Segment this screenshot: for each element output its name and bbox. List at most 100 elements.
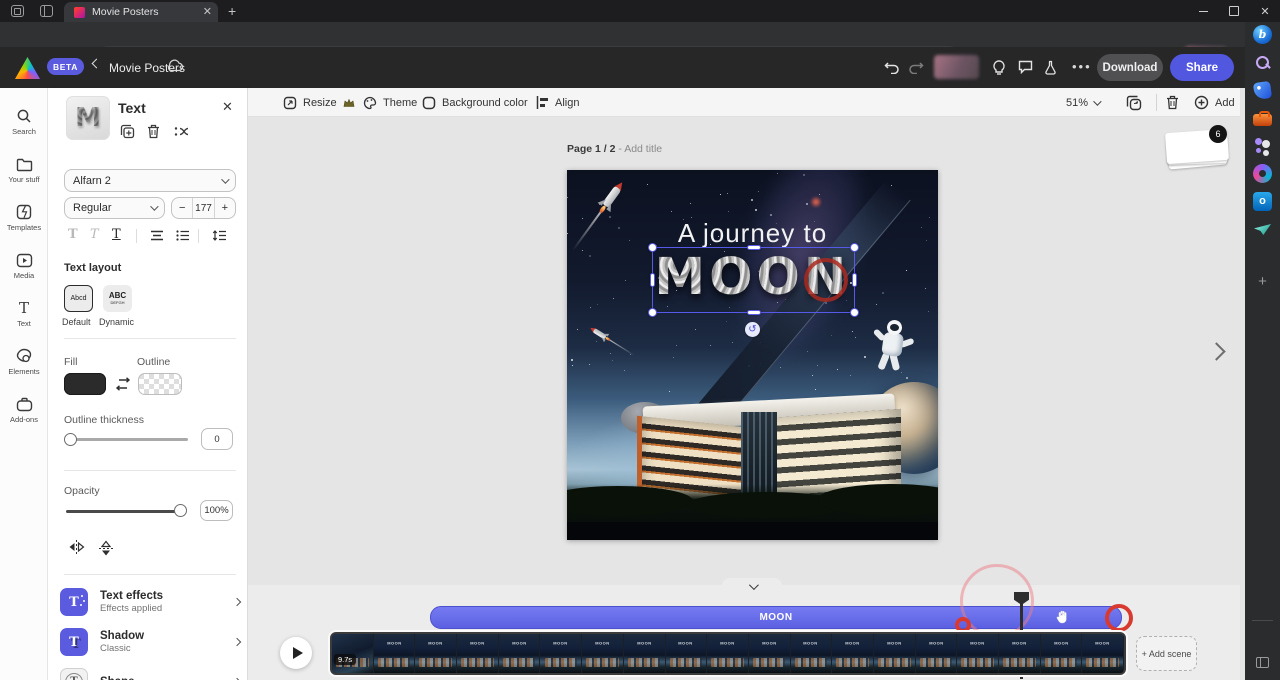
flip-vertical-icon[interactable] [99, 540, 113, 557]
filmstrip-frame[interactable]: MOON [1082, 634, 1124, 673]
sidebar-item-elements[interactable]: Elements [0, 340, 48, 384]
selection-handle[interactable] [648, 243, 657, 252]
size-decrease-button[interactable]: − [172, 198, 192, 218]
delete-icon[interactable] [147, 124, 160, 139]
opacity-value[interactable]: 100% [200, 500, 233, 521]
sidebar-outlook-icon[interactable]: o [1253, 192, 1272, 211]
filmstrip-frame[interactable]: MOON [791, 634, 833, 673]
fill-swatch[interactable] [64, 373, 106, 395]
sidebar-item-add-ons[interactable]: Add-ons [0, 388, 48, 432]
workspaces-icon[interactable] [11, 5, 24, 17]
pages-stack[interactable]: 6 [1165, 129, 1233, 179]
filmstrip-frame[interactable]: MOON [957, 634, 999, 673]
filmstrip-frame[interactable]: MOON [1041, 634, 1083, 673]
opacity-knob[interactable] [174, 504, 187, 517]
filmstrip[interactable]: MOONMOONMOONMOONMOONMOONMOONMOONMOONMOON… [330, 632, 1126, 675]
browser-tab[interactable]: Movie Posters ✕ [64, 2, 218, 22]
redo-icon[interactable] [908, 60, 924, 74]
background-color-button[interactable]: Background color [422, 88, 528, 117]
layout-default-button[interactable]: Abcd [64, 285, 93, 312]
flip-horizontal-icon[interactable] [68, 540, 85, 554]
list-icon[interactable] [176, 230, 190, 241]
sidebar-designer-icon[interactable] [1253, 164, 1272, 183]
selection-handle[interactable] [747, 310, 761, 315]
poster[interactable]: A journey to MOON ↺ [567, 170, 938, 540]
play-button[interactable] [280, 637, 312, 669]
font-select[interactable]: Alfarn 2 [64, 169, 236, 192]
filmstrip-frame[interactable]: MOON [540, 634, 582, 673]
effect-row-text-effects[interactable]: Text effects Effects applied [60, 582, 244, 622]
window-minimize-button[interactable] [1188, 0, 1218, 22]
header-more-icon[interactable]: ••• [1072, 66, 1090, 70]
duplicate-icon[interactable] [120, 124, 135, 139]
duplicate-page-button[interactable] [1126, 88, 1142, 117]
filmstrip-frame[interactable]: MOON [666, 634, 708, 673]
undo-icon[interactable] [884, 60, 900, 74]
filmstrip-frame[interactable]: MOON [749, 634, 791, 673]
timeline-collapse-tab[interactable] [722, 578, 782, 595]
align-center-icon[interactable] [150, 230, 164, 241]
opacity-track[interactable] [66, 510, 182, 513]
effect-row-shape[interactable]: Shape [60, 662, 244, 680]
selection-handle[interactable] [747, 245, 761, 250]
sidebar-window-icon[interactable] [1256, 657, 1269, 668]
italic-icon[interactable]: T [90, 227, 99, 242]
filmstrip-frame[interactable]: MOON [499, 634, 541, 673]
rotate-handle[interactable]: ↺ [745, 322, 760, 337]
sidebar-search-icon[interactable] [1253, 53, 1272, 72]
outline-thickness-value[interactable]: 0 [201, 428, 233, 450]
beaker-icon[interactable] [1044, 60, 1057, 75]
shuffle-icon[interactable] [174, 124, 189, 139]
page-title-hint[interactable]: - Add title [618, 143, 662, 155]
window-close-button[interactable]: ✕ [1250, 0, 1280, 22]
comment-icon[interactable] [1018, 60, 1033, 74]
filmstrip-frame[interactable]: MOON [374, 634, 416, 673]
vertical-tabs-icon[interactable] [40, 5, 53, 17]
outline-swatch[interactable] [138, 373, 182, 395]
resize-button[interactable]: Resize [283, 88, 355, 117]
page-indicator[interactable]: Page 1 / 2 - Add title [567, 143, 662, 155]
outline-thickness-knob[interactable] [64, 433, 77, 446]
sidebar-item-your-stuff[interactable]: Your stuff [0, 148, 48, 192]
sidebar-item-media[interactable]: Media [0, 244, 48, 288]
filmstrip-frame[interactable]: MOON [415, 634, 457, 673]
filmstrip-frame[interactable]: MOON [832, 634, 874, 673]
share-button[interactable]: Share [1170, 54, 1234, 81]
header-back-chevron[interactable] [92, 59, 102, 69]
font-size-value[interactable]: 177 [192, 198, 214, 218]
selection-handle[interactable] [850, 308, 859, 317]
align-button[interactable]: Align [536, 88, 579, 117]
zoom-control[interactable]: 51% [1066, 88, 1099, 117]
sidebar-people-icon[interactable] [1253, 136, 1272, 155]
sidebar-item-search[interactable]: Search [0, 100, 48, 144]
next-page-chevron[interactable] [1207, 342, 1225, 360]
download-button[interactable]: Download [1097, 54, 1163, 81]
selection-handle[interactable] [852, 273, 857, 287]
layout-dynamic-button[interactable]: ABC DEFGH [103, 285, 132, 312]
add-scene-button[interactable]: + Add scene [1136, 636, 1197, 671]
sidebar-item-text[interactable]: T Text [0, 292, 48, 336]
filmstrip-frame[interactable]: MOON [457, 634, 499, 673]
sidebar-drop-icon[interactable] [1253, 220, 1272, 239]
new-tab-icon[interactable]: + [228, 3, 236, 19]
selection-handle[interactable] [648, 308, 657, 317]
filmstrip-frame[interactable]: MOON [624, 634, 666, 673]
outline-thickness-track[interactable] [66, 438, 188, 441]
underline-icon[interactable]: T [112, 227, 121, 242]
copilot-icon[interactable]: b [1253, 25, 1272, 44]
swap-fill-outline-icon[interactable] [115, 377, 131, 391]
window-maximize-button[interactable] [1219, 0, 1249, 22]
delete-page-button[interactable] [1166, 88, 1179, 117]
selection-handle[interactable] [850, 243, 859, 252]
sidebar-tools-icon[interactable] [1253, 109, 1272, 128]
tab-close-icon[interactable]: ✕ [203, 7, 212, 18]
sidebar-item-templates[interactable]: Templates [0, 196, 48, 240]
filmstrip-frame[interactable]: MOON [999, 634, 1041, 673]
idea-icon[interactable] [992, 60, 1006, 76]
filmstrip-frame[interactable]: MOON [707, 634, 749, 673]
sidebar-shopping-icon[interactable] [1253, 81, 1272, 100]
effect-row-shadow[interactable]: Shadow Classic [60, 622, 244, 662]
panel-close-icon[interactable]: ✕ [222, 99, 233, 115]
weight-select[interactable]: Regular [64, 197, 165, 219]
theme-button[interactable]: Theme [363, 88, 417, 117]
